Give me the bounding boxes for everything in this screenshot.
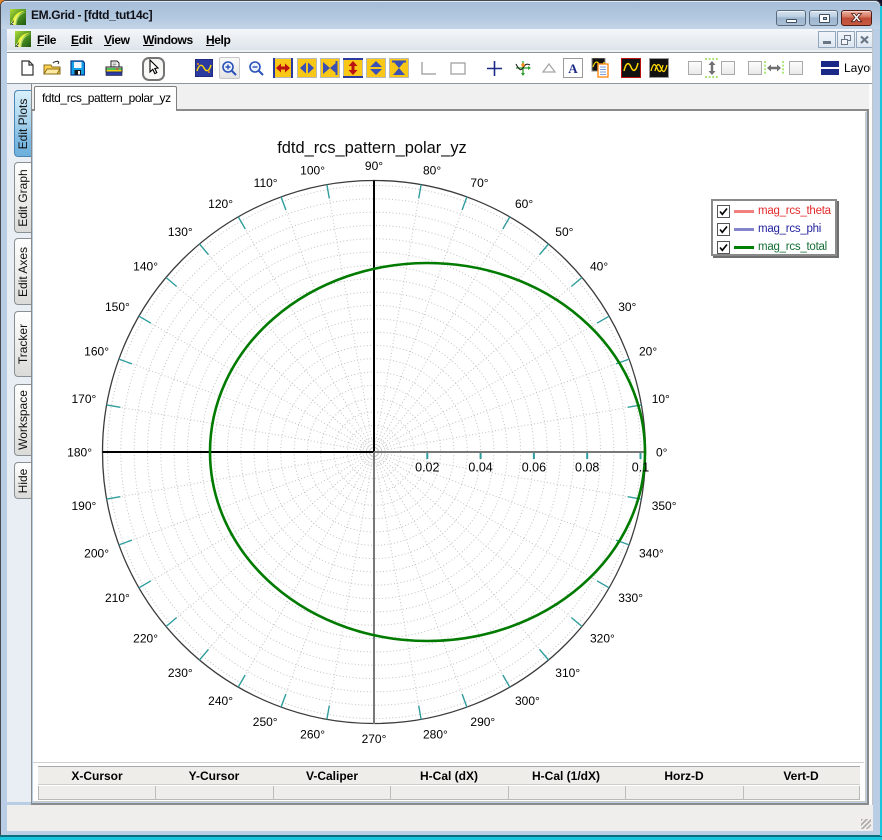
svg-text:60°: 60° bbox=[515, 197, 533, 211]
svg-text:320°: 320° bbox=[590, 631, 615, 645]
svg-text:50°: 50° bbox=[555, 225, 573, 239]
svg-text:350°: 350° bbox=[652, 499, 677, 513]
svg-text:0.04: 0.04 bbox=[468, 461, 492, 475]
svg-text:210°: 210° bbox=[105, 591, 130, 605]
svg-text:90°: 90° bbox=[365, 159, 383, 173]
svg-text:270°: 270° bbox=[362, 732, 387, 746]
svg-text:150°: 150° bbox=[105, 300, 130, 314]
svg-text:220°: 220° bbox=[133, 631, 158, 645]
svg-text:230°: 230° bbox=[168, 666, 193, 680]
svg-text:100°: 100° bbox=[300, 163, 325, 177]
svg-text:130°: 130° bbox=[168, 225, 193, 239]
svg-text:180°: 180° bbox=[67, 445, 92, 459]
svg-text:30°: 30° bbox=[618, 300, 636, 314]
svg-text:300°: 300° bbox=[515, 694, 540, 708]
svg-text:80°: 80° bbox=[423, 163, 441, 177]
svg-text:10°: 10° bbox=[652, 392, 670, 406]
svg-text:310°: 310° bbox=[555, 666, 580, 680]
svg-text:170°: 170° bbox=[71, 392, 96, 406]
svg-text:290°: 290° bbox=[470, 715, 495, 729]
svg-text:330°: 330° bbox=[618, 591, 643, 605]
svg-text:260°: 260° bbox=[300, 728, 325, 742]
svg-text:0.06: 0.06 bbox=[522, 461, 546, 475]
svg-text:160°: 160° bbox=[84, 345, 109, 359]
svg-text:190°: 190° bbox=[71, 499, 96, 513]
svg-text:110°: 110° bbox=[254, 176, 278, 190]
svg-text:240°: 240° bbox=[208, 694, 233, 708]
svg-text:0.08: 0.08 bbox=[575, 461, 599, 475]
svg-text:200°: 200° bbox=[84, 546, 109, 560]
svg-text:340°: 340° bbox=[639, 546, 664, 560]
svg-text:280°: 280° bbox=[423, 728, 448, 742]
svg-text:20°: 20° bbox=[639, 345, 657, 359]
svg-text:250°: 250° bbox=[253, 715, 278, 729]
svg-text:70°: 70° bbox=[470, 176, 488, 190]
svg-text:40°: 40° bbox=[590, 260, 608, 274]
svg-text:0°: 0° bbox=[656, 445, 668, 459]
svg-text:140°: 140° bbox=[133, 260, 158, 274]
svg-text:120°: 120° bbox=[208, 197, 233, 211]
svg-text:0.02: 0.02 bbox=[415, 461, 439, 475]
svg-text:0.1: 0.1 bbox=[632, 461, 649, 475]
